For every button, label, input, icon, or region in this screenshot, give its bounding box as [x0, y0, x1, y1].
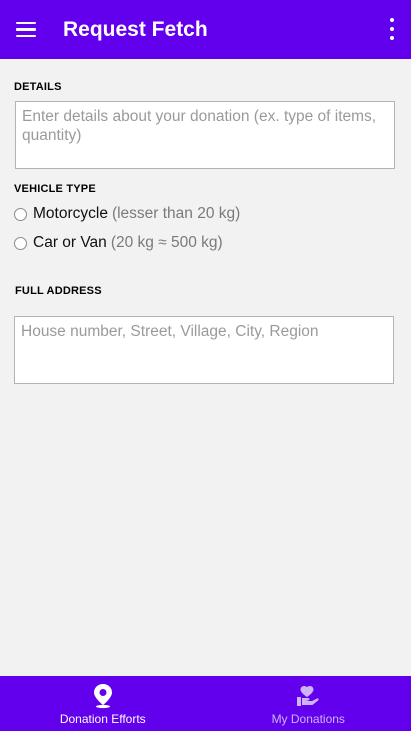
nav-label: My Donations	[271, 712, 345, 726]
page-title: Request Fetch	[63, 17, 208, 41]
nav-item-my-donations[interactable]: My Donations	[206, 676, 411, 731]
vehicle-type-label: VEHICLE TYPE	[14, 183, 96, 195]
vehicle-option-detail: (lesser than 20 kg)	[111, 205, 241, 222]
vehicle-option-detail: (20 kg ≈ 500 kg)	[110, 234, 223, 251]
heart-hand-icon	[297, 686, 319, 706]
nav-label: Donation Efforts	[59, 712, 146, 726]
nav-item-donation-efforts[interactable]: Donation Efforts	[0, 676, 206, 731]
location-pin-icon	[93, 684, 112, 709]
details-label: DETAILS	[14, 81, 62, 93]
details-textarea[interactable]: Enter details about your donation (ex. t…	[15, 101, 395, 169]
vehicle-option-name: Motorcycle	[33, 205, 108, 222]
vehicle-option-motorcycle[interactable]: Motorcycle (lesser than 20 kg)	[14, 205, 240, 223]
full-address-textarea[interactable]: House number, Street, Village, City, Reg…	[14, 316, 394, 384]
vehicle-option-car-or-van[interactable]: Car or Van (20 kg ≈ 500 kg)	[14, 234, 223, 252]
vehicle-option-name: Car or Van	[33, 234, 107, 251]
full-address-label: FULL ADDRESS	[15, 285, 102, 297]
more-vertical-icon[interactable]	[387, 18, 397, 40]
radio-button[interactable]	[14, 207, 27, 221]
app-bar: Request Fetch	[0, 0, 411, 59]
bottom-navigation: Donation Efforts My Donations	[0, 676, 411, 731]
hamburger-menu-icon[interactable]	[16, 15, 46, 45]
radio-button[interactable]	[14, 236, 27, 250]
